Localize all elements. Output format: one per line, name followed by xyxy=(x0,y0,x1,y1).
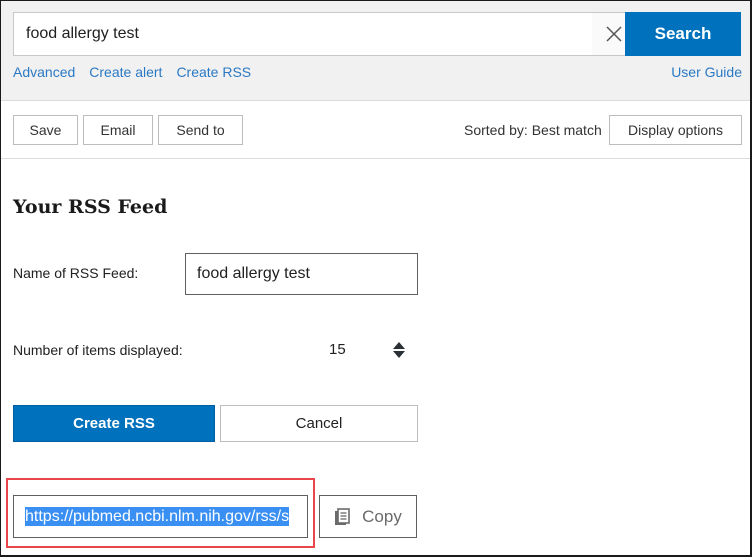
save-button[interactable]: Save xyxy=(13,115,78,145)
cancel-button[interactable]: Cancel xyxy=(220,405,418,442)
results-toolbar: Save Email Send to Sorted by: Best match… xyxy=(0,101,752,159)
sort-indicator: Sorted by: Best match xyxy=(464,122,602,138)
create-rss-button[interactable]: Create RSS xyxy=(13,405,215,442)
feed-name-input[interactable] xyxy=(185,253,418,295)
close-icon xyxy=(606,26,622,42)
feed-url-text: https://pubmed.ncbi.nlm.nih.gov/rss/s xyxy=(25,507,290,526)
feed-name-label: Name of RSS Feed: xyxy=(13,265,139,281)
copy-button[interactable]: Copy xyxy=(319,495,417,538)
display-options-button[interactable]: Display options xyxy=(609,115,742,145)
search-bar-area: Search Advanced Create alert Create RSS Us… xyxy=(0,0,752,101)
create-alert-link[interactable]: Create alert xyxy=(89,64,162,80)
items-count-value[interactable]: 15 xyxy=(329,341,346,358)
search-box xyxy=(13,12,636,56)
create-rss-link[interactable]: Create RSS xyxy=(176,64,251,80)
user-guide-link[interactable]: User Guide xyxy=(671,64,742,80)
sort-updown-icon[interactable] xyxy=(392,341,406,359)
search-links: Advanced Create alert Create RSS xyxy=(13,64,265,80)
copy-label: Copy xyxy=(362,506,402,526)
search-button[interactable]: Search xyxy=(625,12,741,56)
advanced-link[interactable]: Advanced xyxy=(13,64,75,80)
rss-feed-heading: Your RSS Feed xyxy=(13,196,168,218)
clipboard-icon xyxy=(335,507,350,525)
feed-url-field[interactable]: https://pubmed.ncbi.nlm.nih.gov/rss/s xyxy=(13,495,308,538)
email-button[interactable]: Email xyxy=(83,115,153,145)
search-input[interactable] xyxy=(26,13,576,55)
send-to-button[interactable]: Send to xyxy=(158,115,243,145)
items-count-label: Number of items displayed: xyxy=(13,342,183,358)
